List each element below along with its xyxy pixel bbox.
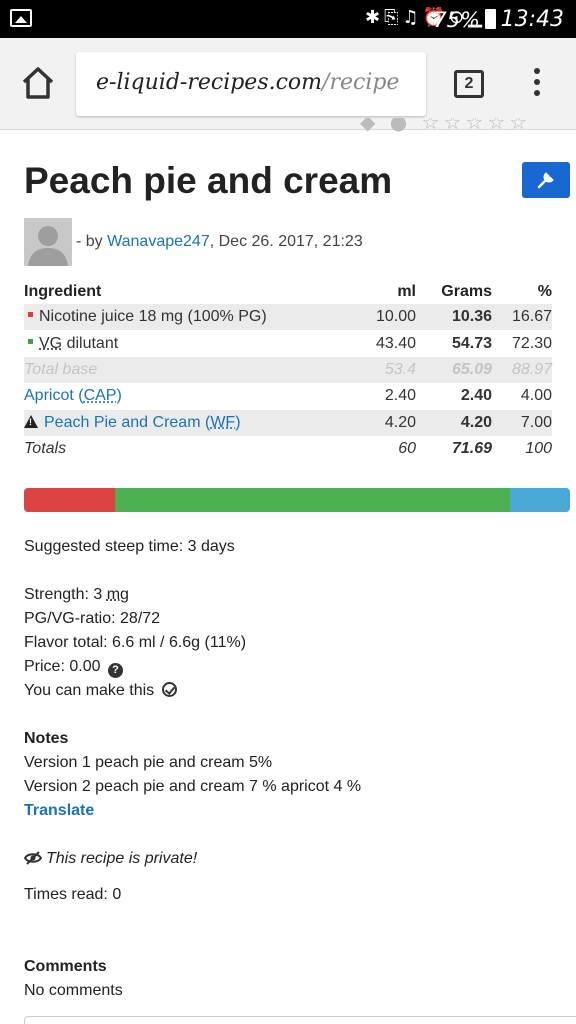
- clock: 13:43: [501, 7, 564, 32]
- ratio-segment-vg: [115, 488, 510, 512]
- cell-pct: 100: [492, 436, 552, 462]
- table-row-totals: Totals 60 71.69 100: [24, 436, 552, 462]
- ingredient-name: Apricot: [24, 387, 74, 404]
- home-icon[interactable]: [20, 66, 56, 100]
- ingredient-name: Totals: [24, 436, 354, 462]
- cell-grams: 4.20: [416, 410, 492, 436]
- hidden-eye-icon: [24, 851, 42, 865]
- table-row: Apricot (CAP) 2.40 2.40 4.00: [24, 383, 552, 409]
- price-text: Price: 0.00: [24, 658, 100, 675]
- byline: - by Wanavape247, Dec 26. 2017, 21:23: [76, 233, 363, 251]
- steep-time: Suggested steep time: 3 days: [24, 538, 235, 556]
- private-text: This recipe is private!: [46, 850, 197, 867]
- comment-input[interactable]: [24, 1016, 576, 1024]
- tab-switcher-button[interactable]: 2: [454, 70, 484, 98]
- post-date: , Dec 26. 2017, 21:23: [210, 233, 363, 250]
- strength: Strength: 3 mg: [24, 586, 129, 604]
- red-dot-icon: [28, 312, 33, 317]
- ratio-segment-nicotine: [24, 488, 115, 512]
- table-row: VG dilutant 43.40 54.73 72.30: [24, 330, 552, 356]
- ratio-bar: [24, 488, 570, 512]
- flavor-total: Flavor total: 6.6 ml / 6.6g (11%): [24, 634, 246, 652]
- avatar[interactable]: [24, 218, 72, 266]
- cell-grams: 10.36: [416, 304, 492, 330]
- col-grams: Grams: [416, 279, 492, 304]
- vg-abbr[interactable]: VG: [39, 335, 62, 352]
- ingredient-name: Peach Pie and Cream: [44, 414, 201, 431]
- cell-ml: 4.20: [354, 410, 416, 436]
- cell-ml: 53.4: [354, 357, 416, 383]
- col-ml: ml: [354, 279, 416, 304]
- flavor-link[interactable]: Peach Pie and Cream (WF): [44, 414, 241, 431]
- gallery-icon: [10, 9, 32, 27]
- cell-pct: 72.30: [492, 330, 552, 356]
- browser-toolbar: e-liquid-recipes.com/recipe 2: [0, 38, 576, 130]
- cell-ml: 43.40: [354, 330, 416, 356]
- col-ingredient: Ingredient: [24, 279, 354, 304]
- author-link[interactable]: Wanavape247: [107, 233, 210, 250]
- ingredient-name: Nicotine juice 18 mg (100% PG): [39, 308, 267, 325]
- cell-pct: 16.67: [492, 304, 552, 330]
- recipe-title: Peach pie and cream: [24, 160, 392, 202]
- table-row-total-base: Total base 53.4 65.09 88.97: [24, 357, 552, 383]
- ratio-segment-flavor: [510, 488, 570, 512]
- brand-abbr: CAP: [84, 387, 117, 404]
- question-icon[interactable]: ?: [108, 663, 123, 678]
- comments-heading: Comments: [24, 958, 107, 976]
- price: Price: 0.00 ?: [24, 658, 123, 678]
- table-row: Peach Pie and Cream (WF) 4.20 4.20 7.00: [24, 410, 552, 436]
- times-read: Times read: 0: [24, 886, 121, 904]
- cell-ml: 60: [354, 436, 416, 462]
- translate-link[interactable]: Translate: [24, 802, 94, 820]
- check-circle-icon: [162, 682, 177, 697]
- can-make: You can make this: [24, 682, 177, 700]
- private-notice: This recipe is private!: [24, 850, 197, 868]
- cell-ml: 2.40: [354, 383, 416, 409]
- brand-abbr: WF: [210, 414, 235, 431]
- rating-stars[interactable]: ◆ ● ☆☆☆☆☆: [360, 118, 531, 132]
- can-make-text: You can make this: [24, 682, 154, 699]
- ingredient-name: Total base: [24, 357, 354, 383]
- flavor-link[interactable]: Apricot (CAP): [24, 387, 122, 404]
- warning-icon[interactable]: [24, 415, 38, 428]
- cell-ml: 10.00: [354, 304, 416, 330]
- notes-heading: Notes: [24, 730, 68, 748]
- by-prefix: - by: [76, 233, 103, 250]
- table-row: Nicotine juice 18 mg (100% PG) 10.00 10.…: [24, 304, 552, 330]
- notes-line: Version 1 peach pie and cream 5%: [24, 754, 272, 772]
- cell-grams: 54.73: [416, 330, 492, 356]
- url-domain: e-liquid-recipes.com: [96, 70, 322, 95]
- cell-pct: 7.00: [492, 410, 552, 436]
- strength-unit: mg: [107, 586, 129, 603]
- cell-grams: 65.09: [416, 357, 492, 383]
- wrench-icon: [536, 170, 556, 190]
- col-pct: %: [492, 279, 552, 304]
- strength-label: Strength: 3: [24, 586, 107, 603]
- table-header: Ingredient ml Grams %: [24, 279, 552, 304]
- cell-grams: 2.40: [416, 383, 492, 409]
- cell-grams: 71.69: [416, 436, 492, 462]
- wrench-button[interactable]: [522, 162, 570, 198]
- notes-line: Version 2 peach pie and cream 7 % aprico…: [24, 778, 361, 796]
- overflow-menu-icon[interactable]: [532, 68, 542, 100]
- no-comments: No comments: [24, 982, 123, 1000]
- ingredients-table: Ingredient ml Grams % Nicotine juice 18 …: [24, 279, 552, 462]
- cell-pct: 4.00: [492, 383, 552, 409]
- cell-pct: 88.97: [492, 357, 552, 383]
- status-bar: ✱⎘♫⏰⊙▁ 75% 13:43: [0, 0, 576, 38]
- pg-vg-ratio: PG/VG-ratio: 28/72: [24, 610, 160, 628]
- url-path: /recipe: [322, 70, 399, 95]
- battery-icon: [485, 9, 496, 29]
- url-bar[interactable]: e-liquid-recipes.com/recipe: [76, 52, 426, 116]
- battery-percent: 75%: [433, 8, 480, 32]
- green-dot-icon: [28, 339, 33, 344]
- ingredient-name: dilutant: [62, 335, 118, 352]
